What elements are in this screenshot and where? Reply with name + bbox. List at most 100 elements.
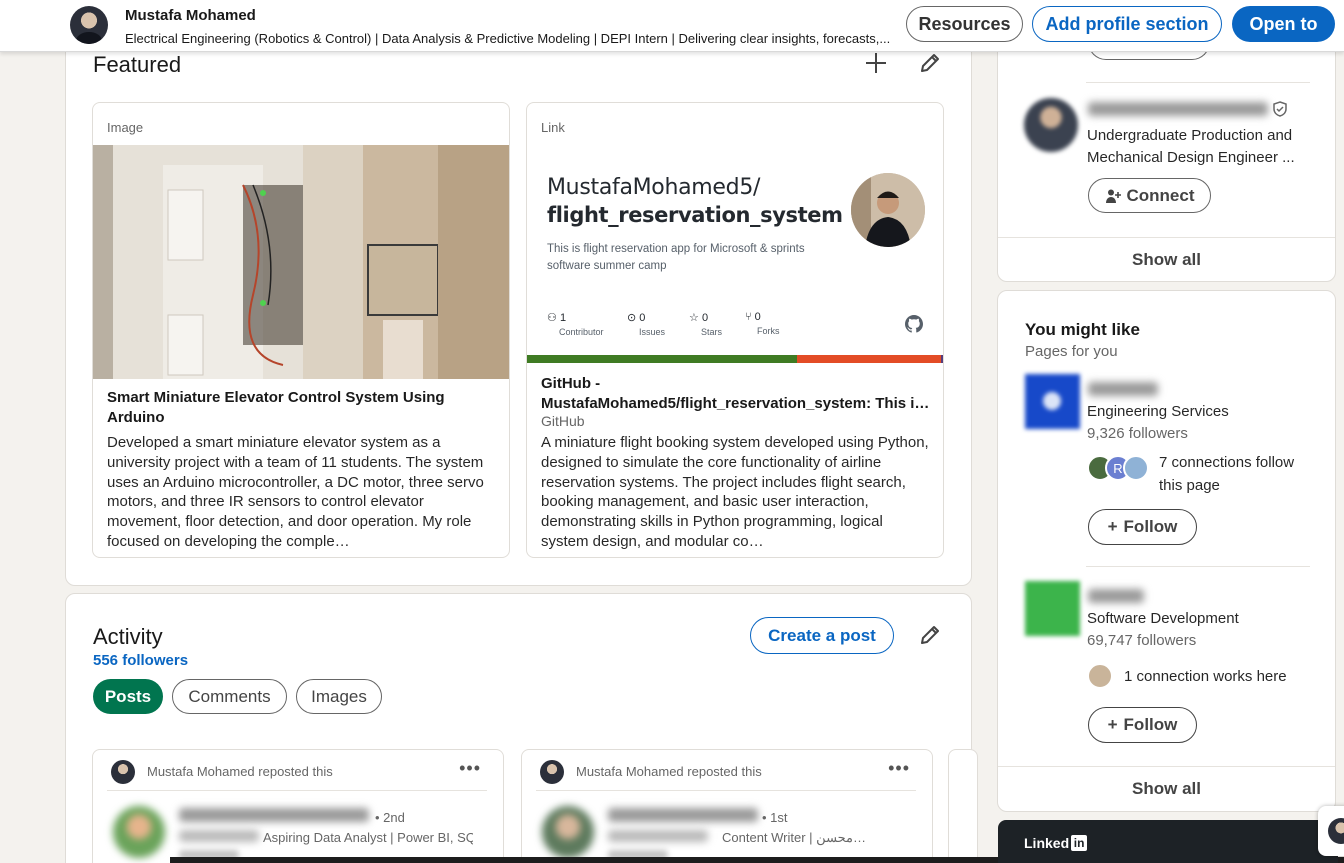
activity-post[interactable]: Mustafa Mohamed reposted this ••• • 2nd …	[92, 749, 504, 863]
tab-comments[interactable]: Comments	[172, 679, 287, 714]
add-icon[interactable]	[862, 49, 890, 77]
connection-avatars	[1087, 663, 1113, 689]
connection-degree: • 2nd	[375, 810, 405, 825]
featured-item-description: Developed a smart miniature elevator sys…	[107, 434, 484, 550]
elevator-project-image	[93, 145, 509, 379]
create-post-button[interactable]: Create a post	[750, 617, 894, 654]
activity-title: Activity	[93, 624, 163, 649]
forks-icon: ⑂	[745, 311, 752, 323]
messaging-avatar-button[interactable]	[1318, 806, 1344, 856]
person-headline: Undergraduate Production and Mechanical …	[1087, 127, 1295, 166]
issues-icon: ⊙	[627, 312, 637, 324]
resources-button[interactable]: Resources	[906, 6, 1023, 42]
github-repo-description: This is flight reservation app for Micro…	[547, 243, 805, 272]
edit-pencil-icon[interactable]	[916, 49, 944, 77]
activity-post[interactable]: Mustafa Mohamed reposted this ••• • 1st …	[521, 749, 933, 863]
featured-item-github[interactable]: Link MustafaMohamed5/ flight_reservation…	[526, 102, 944, 558]
verified-shield-icon	[1272, 101, 1288, 117]
page-logo[interactable]	[1025, 374, 1080, 429]
connect-button[interactable]: Connect	[1088, 178, 1211, 213]
activity-post-partial[interactable]	[948, 749, 978, 863]
github-stat-contributors: ⚇ 1 Contributor	[547, 312, 604, 337]
avatar	[111, 760, 135, 784]
page-connections-text: 1 connection works here	[1124, 668, 1287, 685]
profile-sticky-header: Mustafa Mohamed Electrical Engineering (…	[0, 0, 1344, 52]
page-name-blurred[interactable]	[1088, 382, 1158, 396]
follow-button[interactable]: + Follow	[1088, 509, 1197, 545]
person-avatar[interactable]	[1024, 98, 1078, 152]
connect-label: Connect	[1126, 185, 1195, 205]
avatar	[540, 760, 564, 784]
more-options-icon[interactable]: •••	[888, 758, 910, 779]
headline-blurred	[179, 830, 259, 842]
add-person-icon	[1105, 189, 1121, 203]
person-name-blurred[interactable]	[1088, 102, 1268, 116]
follow-button[interactable]: + Follow	[1088, 707, 1197, 743]
tab-images[interactable]: Images	[296, 679, 382, 714]
repost-label: Mustafa Mohamed reposted this	[576, 764, 762, 779]
repost-label: Mustafa Mohamed reposted this	[147, 764, 333, 779]
author-name-blurred[interactable]	[179, 808, 369, 822]
headline-blurred	[608, 830, 708, 842]
featured-item-title: GitHub - MustafaMohamed5/flight_reservat…	[541, 375, 930, 412]
featured-item-title: Smart Miniature Elevator Control System …	[107, 389, 445, 426]
show-all-button[interactable]: Show all	[998, 766, 1335, 810]
featured-item-elevator[interactable]: Image Smart Miniature Elevator Control S…	[92, 102, 510, 558]
author-headline: Content Writer | محسن…	[722, 830, 867, 845]
divider	[536, 790, 916, 791]
github-stat-forks: ⑂ 0 Forks	[745, 311, 780, 336]
page-industry: Software Development	[1087, 610, 1239, 627]
profile-headline: Electrical Engineering (Robotics & Contr…	[125, 31, 891, 46]
language-bar-segment	[527, 355, 797, 363]
language-bar-segment	[941, 355, 943, 363]
author-avatar[interactable]	[113, 806, 165, 858]
author-avatar[interactable]	[542, 806, 594, 858]
follow-label: Follow	[1123, 715, 1178, 734]
page-industry: Engineering Services	[1087, 403, 1229, 420]
tab-posts[interactable]: Posts	[93, 679, 163, 714]
avatar[interactable]	[70, 6, 108, 44]
featured-title: Featured	[93, 52, 182, 77]
linkedin-logo: Linked in	[1024, 835, 1088, 851]
followers-count-link[interactable]: 556 followers	[93, 652, 188, 669]
stars-icon: ☆	[689, 312, 699, 324]
more-options-icon[interactable]: •••	[459, 758, 481, 779]
page-logo[interactable]	[1025, 581, 1080, 636]
featured-type-label: Link	[541, 120, 565, 135]
avatar	[1087, 663, 1113, 689]
plus-icon: +	[1107, 517, 1118, 536]
github-owner-avatar	[851, 173, 925, 247]
open-to-button[interactable]: Open to	[1232, 6, 1335, 42]
github-logo-icon	[905, 315, 923, 333]
connection-avatars: R	[1087, 455, 1149, 481]
language-bar-segment	[797, 355, 941, 363]
add-profile-section-button[interactable]: Add profile section	[1032, 6, 1222, 42]
you-might-like-title: You might like	[1025, 320, 1140, 339]
github-repo-name: flight_reservation_system	[547, 203, 843, 227]
you-might-like-subtitle: Pages for you	[1025, 343, 1118, 360]
author-headline: Aspiring Data Analyst | Power BI, SQL & …	[263, 830, 473, 845]
connection-degree: • 1st	[762, 810, 788, 825]
page-followers: 69,747 followers	[1087, 632, 1197, 649]
contributors-icon: ⚇	[547, 312, 557, 324]
page-name-blurred[interactable]	[1088, 589, 1144, 603]
divider	[1086, 566, 1310, 567]
page-connections-text: 7 connections follow this page	[1159, 454, 1295, 494]
github-preview: MustafaMohamed5/ flight_reservation_syst…	[527, 145, 943, 363]
edit-pencil-icon[interactable]	[916, 621, 944, 649]
github-repo-owner: MustafaMohamed5/	[547, 175, 761, 200]
profile-name: Mustafa Mohamed	[125, 7, 256, 24]
github-stat-stars: ☆ 0 Stars	[689, 312, 723, 337]
follow-label: Follow	[1123, 517, 1178, 536]
page-followers: 9,326 followers	[1087, 425, 1188, 442]
featured-type-label: Image	[107, 120, 144, 135]
featured-item-source: GitHub	[541, 413, 585, 429]
plus-icon: +	[1107, 715, 1118, 734]
show-all-button[interactable]: Show all	[998, 237, 1335, 281]
github-stat-issues: ⊙ 0 Issues	[627, 312, 666, 337]
divider	[107, 790, 487, 791]
avatar	[1123, 455, 1149, 481]
author-name-blurred[interactable]	[608, 808, 758, 822]
featured-item-description: A miniature flight booking system develo…	[541, 434, 929, 550]
divider	[1086, 82, 1310, 83]
